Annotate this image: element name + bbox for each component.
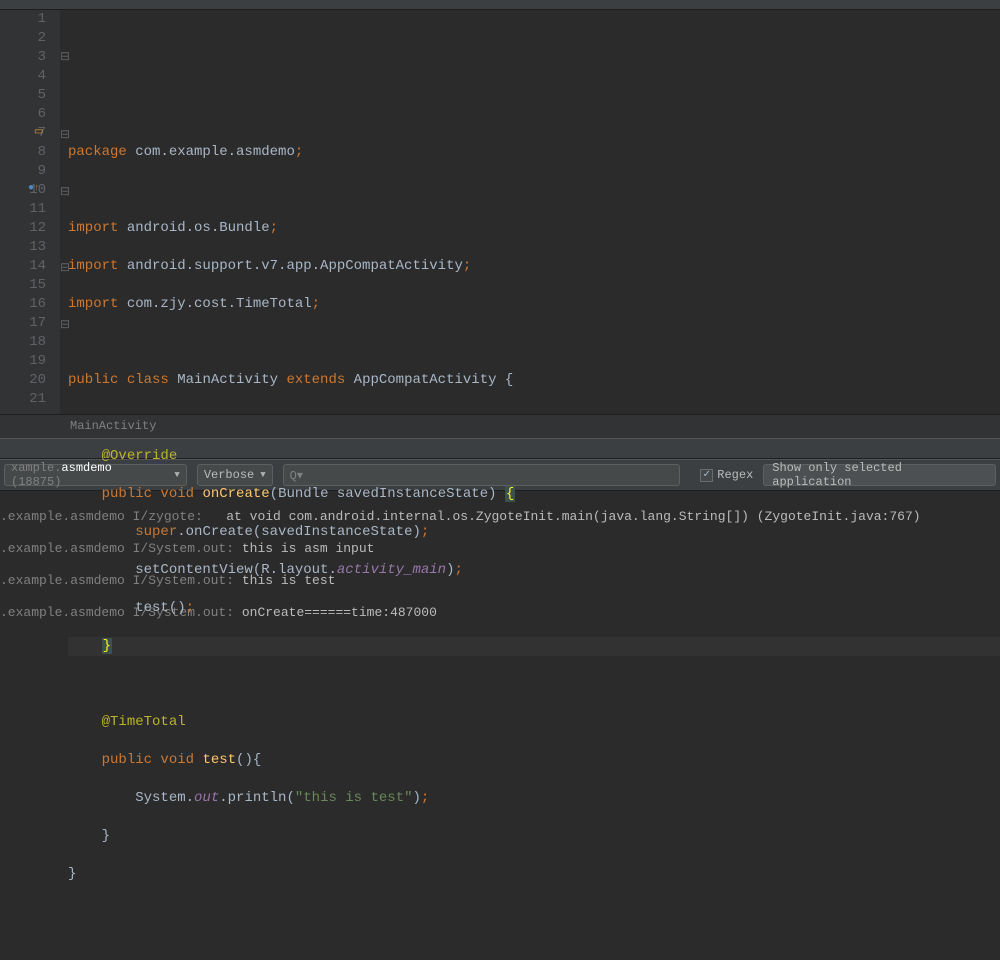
code-line-current: }: [68, 637, 1000, 656]
code-line: public void test(){: [68, 751, 1000, 770]
code-line: [68, 903, 1000, 922]
code-line: @TimeTotal: [68, 713, 1000, 732]
code-line: import android.support.v7.app.AppCompatA…: [68, 257, 1000, 276]
code-line: System.out.println("this is test");: [68, 789, 1000, 808]
code-line: public class MainActivity extends AppCom…: [68, 371, 1000, 390]
code-line: [68, 409, 1000, 428]
line-number: 12: [0, 219, 46, 238]
line-number: 11: [0, 200, 46, 219]
code-area[interactable]: ⊟ ⊟ ⊟ ⊟ ⊟ package com.example.asmdemo; i…: [60, 10, 1000, 414]
line-number: 4: [0, 67, 46, 86]
line-number: 18: [0, 333, 46, 352]
line-number: 5: [0, 86, 46, 105]
line-number: 16: [0, 295, 46, 314]
code-line: test();: [68, 599, 1000, 618]
line-number: 1: [0, 10, 46, 29]
code-line: setContentView(R.layout.activity_main);: [68, 561, 1000, 580]
line-number: 17: [0, 314, 46, 333]
code-line: [68, 181, 1000, 200]
fold-marker-icon[interactable]: ⊟: [60, 183, 70, 202]
code-line: super.onCreate(savedInstanceState);: [68, 523, 1000, 542]
line-number: 9: [0, 162, 46, 181]
fold-marker-icon[interactable]: ⊟: [60, 259, 70, 278]
fold-marker-icon[interactable]: ⊟: [60, 316, 70, 335]
code-line: package com.example.asmdemo;: [68, 143, 1000, 162]
line-number: 21: [0, 390, 46, 409]
line-number: 7: [0, 124, 46, 143]
gutter: 1 2 3 4 5 6 7 8 9 10 11 12 13 14 15 16 1…: [0, 10, 60, 414]
code-line: @Override: [68, 447, 1000, 466]
line-number: 8: [0, 143, 46, 162]
line-number: 15: [0, 276, 46, 295]
fold-marker-icon[interactable]: ⊟: [60, 126, 70, 145]
code-line: import com.zjy.cost.TimeTotal;: [68, 295, 1000, 314]
line-number: 14: [0, 257, 46, 276]
log-line: .example.asmdemo I/System.out: this is a…: [0, 541, 1000, 557]
line-number: 13: [0, 238, 46, 257]
line-number: 2: [0, 29, 46, 48]
line-number: 20: [0, 371, 46, 390]
line-number: 6: [0, 105, 46, 124]
line-number: 3: [0, 48, 46, 67]
editor-area: 1 2 3 4 5 6 7 8 9 10 11 12 13 14 15 16 1…: [0, 10, 1000, 414]
line-number: 19: [0, 352, 46, 371]
fold-marker-icon[interactable]: ⊟: [60, 48, 70, 67]
code-line: [68, 333, 1000, 352]
code-line: [68, 675, 1000, 694]
code-line: }: [68, 865, 1000, 884]
editor-tab-bar: [0, 0, 1000, 10]
line-number: 10: [0, 181, 46, 200]
code-line: public void onCreate(Bundle savedInstanc…: [68, 485, 1000, 504]
code-line: }: [68, 827, 1000, 846]
code-line: import android.os.Bundle;: [68, 219, 1000, 238]
